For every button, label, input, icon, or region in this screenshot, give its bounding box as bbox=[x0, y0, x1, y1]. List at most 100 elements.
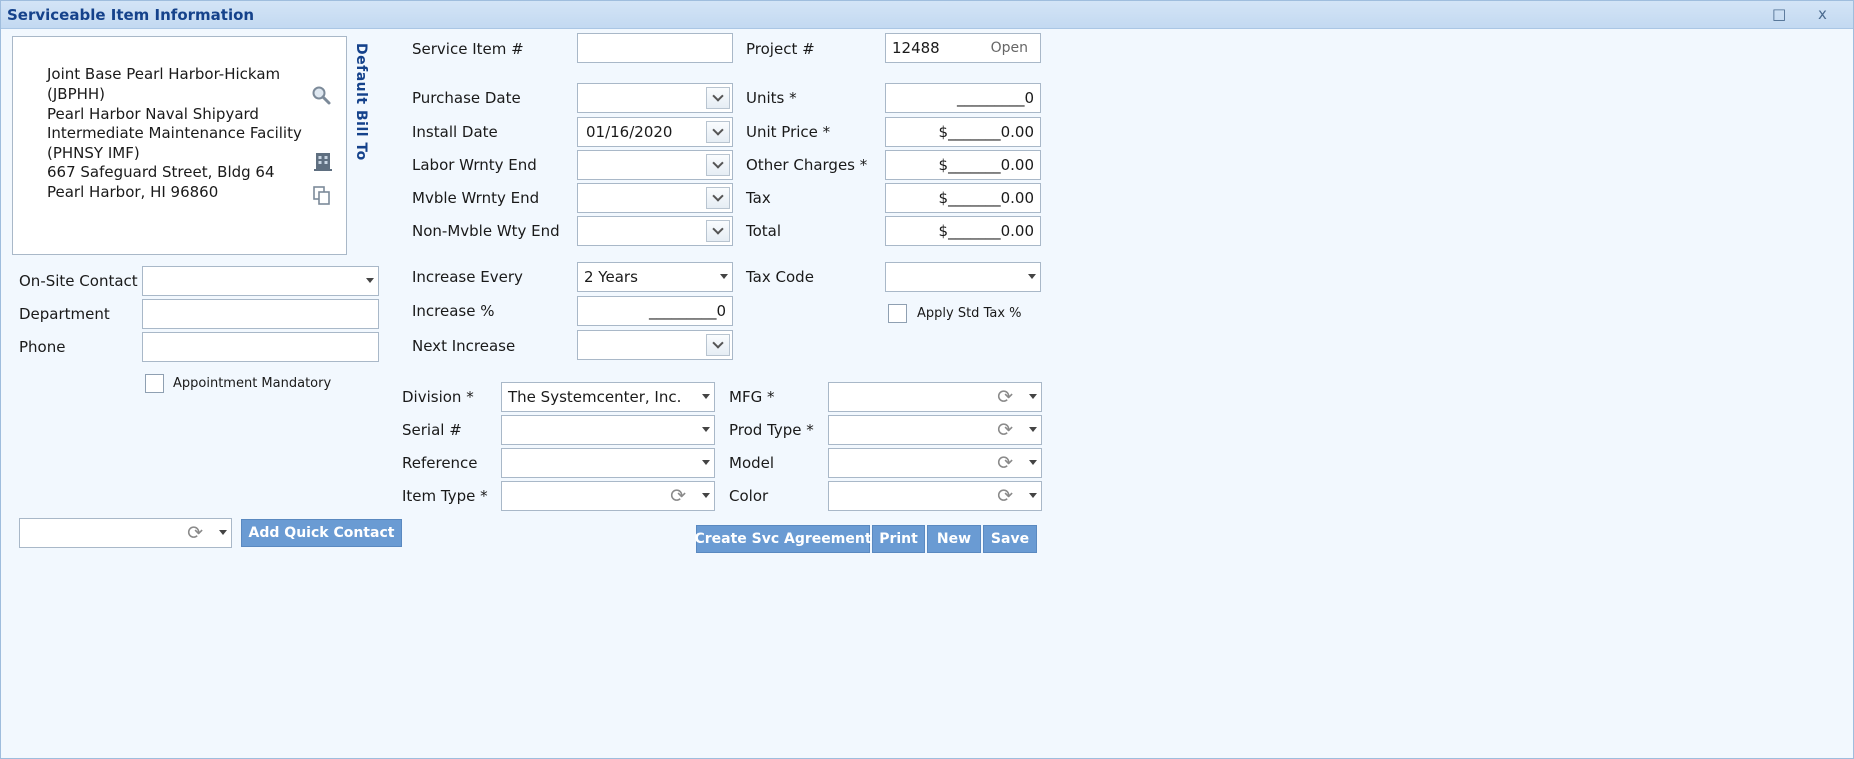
increase-pct-value: _________0 bbox=[648, 302, 726, 320]
date-picker-button[interactable] bbox=[706, 334, 730, 356]
model-label: Model bbox=[729, 454, 775, 472]
tax-input[interactable]: $_______0.00 bbox=[885, 183, 1041, 213]
units-input[interactable]: _________0 bbox=[885, 83, 1041, 113]
chevron-down-icon bbox=[702, 460, 710, 465]
unit-price-input[interactable]: $_______0.00 bbox=[885, 117, 1041, 147]
create-svc-agreement-button[interactable]: Create Svc Agreement bbox=[694, 525, 872, 553]
address-line: Joint Base Pearl Harbor-Hickam bbox=[47, 65, 281, 83]
title-bar: Serviceable Item Information □ x bbox=[1, 1, 1853, 29]
onsite-contact-label: On-Site Contact bbox=[19, 272, 138, 290]
labor-warranty-field[interactable] bbox=[577, 150, 733, 180]
color-select[interactable]: ⟳ bbox=[828, 481, 1042, 511]
increase-pct-input[interactable]: _________0 bbox=[577, 296, 733, 326]
apply-std-tax-checkbox[interactable] bbox=[888, 304, 907, 323]
refresh-icon[interactable]: ⟳ bbox=[997, 387, 1013, 407]
unit-price-label: Unit Price * bbox=[746, 123, 831, 141]
chevron-down-icon bbox=[366, 278, 374, 283]
reference-select[interactable] bbox=[501, 448, 715, 478]
appointment-mandatory-checkbox[interactable] bbox=[145, 374, 164, 393]
prod-type-label: Prod Type * bbox=[729, 421, 814, 439]
increase-every-value: 2 Years bbox=[584, 268, 638, 286]
date-picker-button[interactable] bbox=[706, 154, 730, 176]
print-button[interactable]: Print bbox=[872, 525, 925, 553]
refresh-icon[interactable]: ⟳ bbox=[997, 486, 1013, 506]
refresh-icon[interactable]: ⟳ bbox=[997, 453, 1013, 473]
bill-to-address-box: Joint Base Pearl Harbor-Hickam (JBPHH) P… bbox=[12, 36, 347, 255]
quick-contact-select[interactable]: ⟳ bbox=[19, 518, 232, 548]
refresh-icon[interactable]: ⟳ bbox=[187, 523, 203, 543]
tax-code-select[interactable] bbox=[885, 262, 1041, 292]
increase-every-select[interactable]: 2 Years bbox=[577, 262, 733, 292]
chevron-down-icon bbox=[712, 337, 724, 349]
refresh-icon[interactable]: ⟳ bbox=[997, 420, 1013, 440]
date-picker-button[interactable] bbox=[706, 87, 730, 109]
mvble-warranty-field[interactable] bbox=[577, 183, 733, 213]
chevron-down-icon bbox=[1029, 427, 1037, 432]
item-type-label: Item Type * bbox=[402, 487, 488, 505]
prod-type-select[interactable]: ⟳ bbox=[828, 415, 1042, 445]
building-icon[interactable] bbox=[312, 150, 334, 172]
division-value: The Systemcenter, Inc. bbox=[508, 388, 682, 406]
mfg-select[interactable]: ⟳ bbox=[828, 382, 1042, 412]
maximize-icon[interactable]: □ bbox=[1772, 5, 1786, 23]
refresh-icon[interactable]: ⟳ bbox=[670, 486, 686, 506]
copy-icon[interactable] bbox=[311, 184, 333, 206]
search-icon[interactable] bbox=[311, 85, 333, 107]
serial-label: Serial # bbox=[402, 421, 462, 439]
save-button[interactable]: Save bbox=[983, 525, 1037, 553]
other-charges-input[interactable]: $_______0.00 bbox=[885, 150, 1041, 180]
new-button[interactable]: New bbox=[927, 525, 981, 553]
date-picker-button[interactable] bbox=[706, 220, 730, 242]
chevron-down-icon bbox=[219, 530, 227, 535]
default-bill-to-label[interactable]: Default Bill To bbox=[353, 43, 369, 161]
chevron-down-icon bbox=[712, 190, 724, 202]
mfg-label: MFG * bbox=[729, 388, 775, 406]
project-input[interactable]: 12488 Open bbox=[885, 33, 1041, 63]
chevron-down-icon bbox=[712, 223, 724, 235]
total-label: Total bbox=[746, 222, 782, 240]
mvble-warranty-label: Mvble Wrnty End bbox=[412, 189, 540, 207]
address-line: Pearl Harbor, HI 96860 bbox=[47, 183, 219, 201]
unit-price-value: $_______0.00 bbox=[938, 123, 1034, 141]
chevron-down-icon bbox=[1029, 394, 1037, 399]
address-line: 667 Safeguard Street, Bldg 64 bbox=[47, 163, 275, 181]
address-line: Pearl Harbor Naval Shipyard bbox=[47, 105, 259, 123]
other-charges-label: Other Charges * bbox=[746, 156, 868, 174]
total-input[interactable]: $_______0.00 bbox=[885, 216, 1041, 246]
serial-select[interactable] bbox=[501, 415, 715, 445]
chevron-down-icon bbox=[1029, 460, 1037, 465]
next-increase-field[interactable] bbox=[577, 330, 733, 360]
project-open-link[interactable]: Open bbox=[991, 40, 1028, 56]
purchase-date-field[interactable] bbox=[577, 83, 733, 113]
increase-every-label: Increase Every bbox=[412, 268, 523, 286]
item-type-select[interactable]: ⟳ bbox=[501, 481, 715, 511]
units-value: _________0 bbox=[956, 89, 1034, 107]
address-line: (PHNSY IMF) bbox=[47, 144, 140, 162]
install-date-label: Install Date bbox=[412, 123, 498, 141]
chevron-down-icon bbox=[702, 493, 710, 498]
tax-value: $_______0.00 bbox=[938, 189, 1034, 207]
division-select[interactable]: The Systemcenter, Inc. bbox=[501, 382, 715, 412]
close-icon[interactable]: x bbox=[1818, 5, 1827, 23]
tax-code-label: Tax Code bbox=[746, 268, 814, 286]
serviceable-item-window: Serviceable Item Information □ x Joint B… bbox=[0, 0, 1854, 759]
department-label: Department bbox=[19, 305, 110, 323]
date-picker-button[interactable] bbox=[706, 187, 730, 209]
apply-std-tax-label: Apply Std Tax % bbox=[917, 306, 1022, 321]
reference-label: Reference bbox=[402, 454, 478, 472]
chevron-down-icon bbox=[1028, 274, 1036, 279]
phone-input[interactable] bbox=[142, 332, 379, 362]
project-label: Project # bbox=[746, 40, 815, 58]
install-date-field[interactable]: 01/16/2020 bbox=[577, 117, 733, 147]
labor-warranty-label: Labor Wrnty End bbox=[412, 156, 537, 174]
service-item-input[interactable] bbox=[577, 33, 733, 63]
tax-label: Tax bbox=[746, 189, 771, 207]
model-select[interactable]: ⟳ bbox=[828, 448, 1042, 478]
appointment-mandatory-label: Appointment Mandatory bbox=[173, 376, 332, 391]
department-input[interactable] bbox=[142, 299, 379, 329]
date-picker-button[interactable] bbox=[706, 121, 730, 143]
division-label: Division * bbox=[402, 388, 474, 406]
onsite-contact-select[interactable] bbox=[142, 266, 379, 296]
non-mvble-warranty-field[interactable] bbox=[577, 216, 733, 246]
add-quick-contact-button[interactable]: Add Quick Contact bbox=[241, 519, 402, 547]
